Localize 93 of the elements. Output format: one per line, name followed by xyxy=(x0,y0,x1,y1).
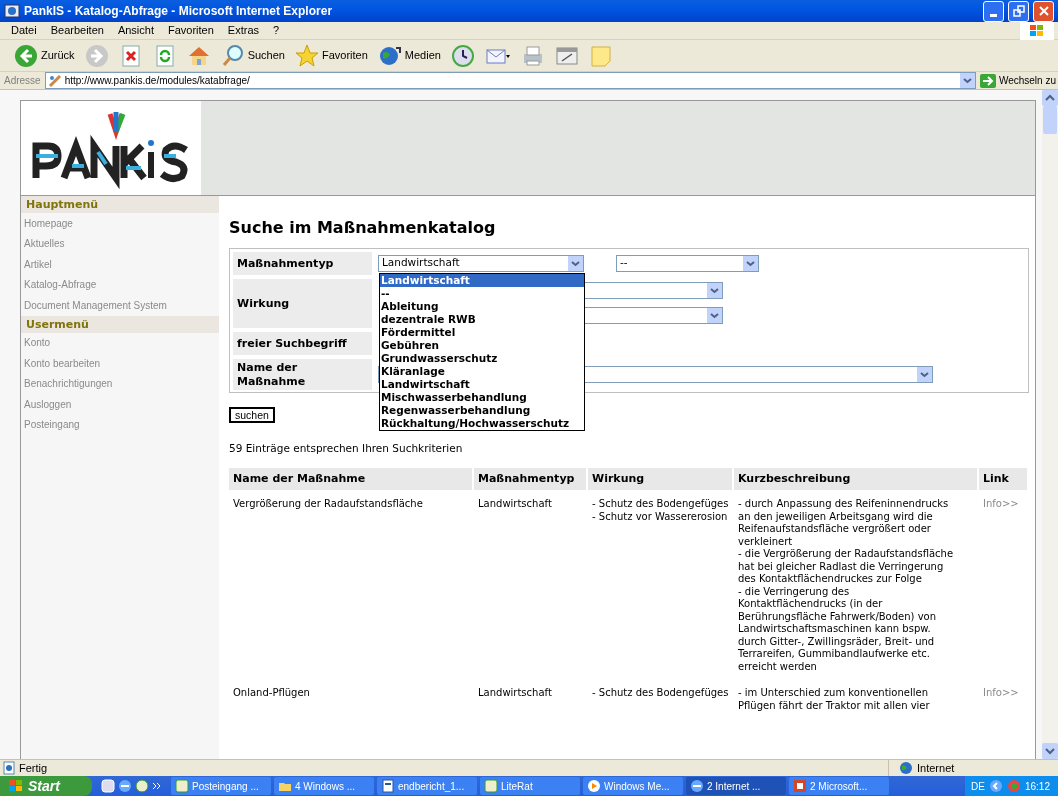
dropdown-option[interactable]: Rückhaltung/Hochwasserschutz xyxy=(380,417,584,430)
address-label: Adresse xyxy=(4,74,41,88)
note-icon xyxy=(588,43,613,68)
column-header: Wirkung xyxy=(588,468,732,491)
taskbar-button[interactable]: LiteRat xyxy=(480,777,580,795)
dropdown-option[interactable]: Gebühren xyxy=(380,339,584,352)
sidebar-heading: Usermenü xyxy=(21,315,219,333)
info-link[interactable]: Info>> xyxy=(983,498,1019,510)
dropdown-option[interactable]: Landwirtschaft xyxy=(380,274,584,287)
toolbar-button[interactable]: Zurück xyxy=(12,41,77,70)
table-cell: Onland-Pflügen xyxy=(233,687,310,699)
table-cell-text: - durch Anpassung des Reifeninnendrucks an den jeweiligen Arbeitsgang wird die Reifenaufstandsfläche vergrößert oder verkleinert xyxy=(738,498,950,549)
table-cell: Vergrößerung der Radaufstandsfläche xyxy=(233,498,423,510)
taskbar-button[interactable]: Windows Me... xyxy=(583,777,683,795)
dropdown-option[interactable]: Mischwasserbehandlung xyxy=(380,391,584,404)
scroll-thumb-icon[interactable] xyxy=(1042,106,1058,134)
window-icon xyxy=(587,779,601,793)
toolbar-button[interactable]: Favoriten xyxy=(292,41,370,70)
browser-icon xyxy=(4,3,20,19)
column-header: Link xyxy=(979,468,1027,491)
start-button[interactable]: Start xyxy=(0,776,92,796)
browser-icon[interactable] xyxy=(118,779,132,793)
form-label: freier Suchbegriff xyxy=(232,331,372,355)
go-button[interactable]: Wechseln zu xyxy=(979,73,1058,88)
table-cell: Landwirtschaft xyxy=(478,498,552,510)
form-label: Name der Maßnahme xyxy=(232,358,372,390)
close-icon xyxy=(1037,5,1050,17)
taskbar-button[interactable]: endbericht_1... xyxy=(377,777,477,795)
windows-flag-icon xyxy=(8,779,24,793)
window-icon xyxy=(793,779,807,793)
restore-button[interactable] xyxy=(1008,0,1029,22)
taskbar-button[interactable]: Posteingang ... xyxy=(171,777,271,795)
window-icon xyxy=(484,779,498,793)
window-title: PankIS - Katalog-Abfrage - Microsoft Internet Explorer xyxy=(24,3,334,20)
quick-launch-icon[interactable] xyxy=(135,779,149,793)
table-cell-text: - Schutz des Bodengefüges xyxy=(592,498,730,511)
menu-item[interactable]: Datei xyxy=(4,22,44,39)
select-field[interactable]: Landwirtschaft xyxy=(378,254,584,272)
scroll-up-icon xyxy=(1042,90,1058,106)
dropdown-option[interactable]: Fördermittel xyxy=(380,326,584,339)
menu-item[interactable]: Ansicht xyxy=(110,22,161,39)
dropdown-option[interactable]: -- xyxy=(380,287,584,300)
table-cell: - die Vergrößerung der Radaufstandsfläche hat bei gleicher Radlast die Verringerung des Kontaktflächendruckes zur Folge xyxy=(738,548,955,586)
table-cell-text: - Schutz des Bodengefüges xyxy=(592,687,730,700)
menu-item[interactable]: Favoriten xyxy=(161,22,221,39)
taskbar-button[interactable]: 2 Microsoft... xyxy=(789,777,889,795)
close-button[interactable] xyxy=(1033,0,1054,22)
window-icon xyxy=(690,779,704,793)
minimize-button[interactable] xyxy=(983,0,1004,22)
go-arrow-icon xyxy=(979,73,996,88)
menu-item[interactable]: Extras xyxy=(220,22,267,39)
toolbar-button[interactable]: Suchen xyxy=(218,41,287,70)
form-label: Maßnahmentyp xyxy=(232,251,372,275)
toolbar-button[interactable]: Medien xyxy=(375,41,443,70)
dropdown-option[interactable]: Landwirtschaft xyxy=(380,378,584,391)
menu-item[interactable]: ? xyxy=(266,22,287,39)
window-icon xyxy=(175,779,189,793)
scroll-down-icon xyxy=(1042,743,1058,759)
form-label: Wirkung xyxy=(232,278,372,328)
dropdown-option[interactable]: dezentrale RWB xyxy=(380,313,584,326)
table-cell-text: - Schutz vor Wassererosion xyxy=(592,510,729,524)
scrollbar[interactable] xyxy=(1042,90,1058,759)
status-text: Fertig xyxy=(19,760,49,776)
clock: 16:12 xyxy=(1024,779,1050,794)
taskbar-button[interactable]: 2 Internet ... xyxy=(686,777,786,795)
dropdown-option[interactable]: Grundwasserschutz xyxy=(380,352,584,365)
menu-item[interactable]: Bearbeiten xyxy=(43,22,111,39)
restore-icon xyxy=(1012,5,1025,17)
column-header: Maßnahmentyp xyxy=(474,468,586,491)
windows-flag-icon xyxy=(1029,23,1045,38)
star-icon xyxy=(294,43,319,68)
dropdown-option[interactable]: Ableitung xyxy=(380,300,584,313)
select-field[interactable]: -- xyxy=(616,254,759,272)
dropdown-option[interactable]: Kläranlage xyxy=(380,365,584,378)
info-link[interactable]: Info>> xyxy=(983,687,1019,699)
dropdown-option[interactable]: Regenwasserbehandlung xyxy=(380,404,584,417)
result-count: 59 Einträge entsprechen Ihren Suchkriterien xyxy=(229,440,464,456)
page-heading: Suche im Maßnahmenkatalog xyxy=(229,217,497,239)
minimize-icon xyxy=(990,13,997,17)
address-field[interactable]: http://www.pankis.de/modules/katabfrage/ xyxy=(44,72,976,89)
clock-icon xyxy=(450,43,475,68)
sidebar-heading: Hauptmenü xyxy=(21,196,219,213)
search-button[interactable]: suchen xyxy=(229,407,275,423)
table-cell-text: - im Unterschied zum konventionellen Pflügen fährt der Traktor mit allen vier xyxy=(738,687,931,713)
column-header: Name der Maßnahme xyxy=(229,468,472,491)
table-cell: Landwirtschaft xyxy=(478,687,552,699)
search-icon xyxy=(220,43,245,68)
zone-text: Internet xyxy=(917,760,955,776)
window-icon xyxy=(381,779,395,793)
column-header: Kurzbeschreibung xyxy=(734,468,977,491)
taskbar-button[interactable]: 4 Windows ... xyxy=(274,777,374,795)
table-cell-text: - die Verringerung des Kontaktflächendrucks (in der Berührungsfläche Fahrwerk/Boden) von Landwirtschaftsmaschinen kann bspw. durch Gitter-, Zwillingsräder, Breit- und Terrareifen, Gummibandlaufwerke etc. erreicht werden xyxy=(738,585,938,674)
globe-icon xyxy=(899,761,913,775)
